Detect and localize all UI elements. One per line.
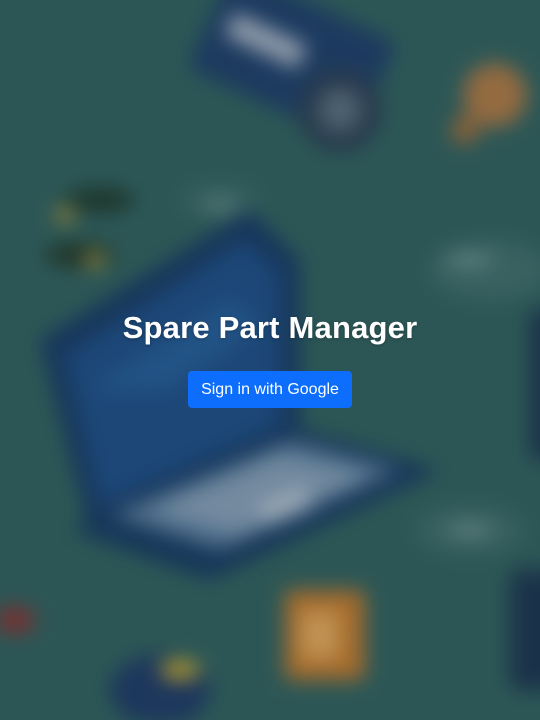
login-page: Spare Part Manager Sign in with Google xyxy=(0,0,540,720)
app-title: Spare Part Manager xyxy=(122,310,418,345)
google-signin-button[interactable]: Sign in with Google xyxy=(188,371,352,408)
login-panel: Spare Part Manager Sign in with Google xyxy=(0,308,540,408)
